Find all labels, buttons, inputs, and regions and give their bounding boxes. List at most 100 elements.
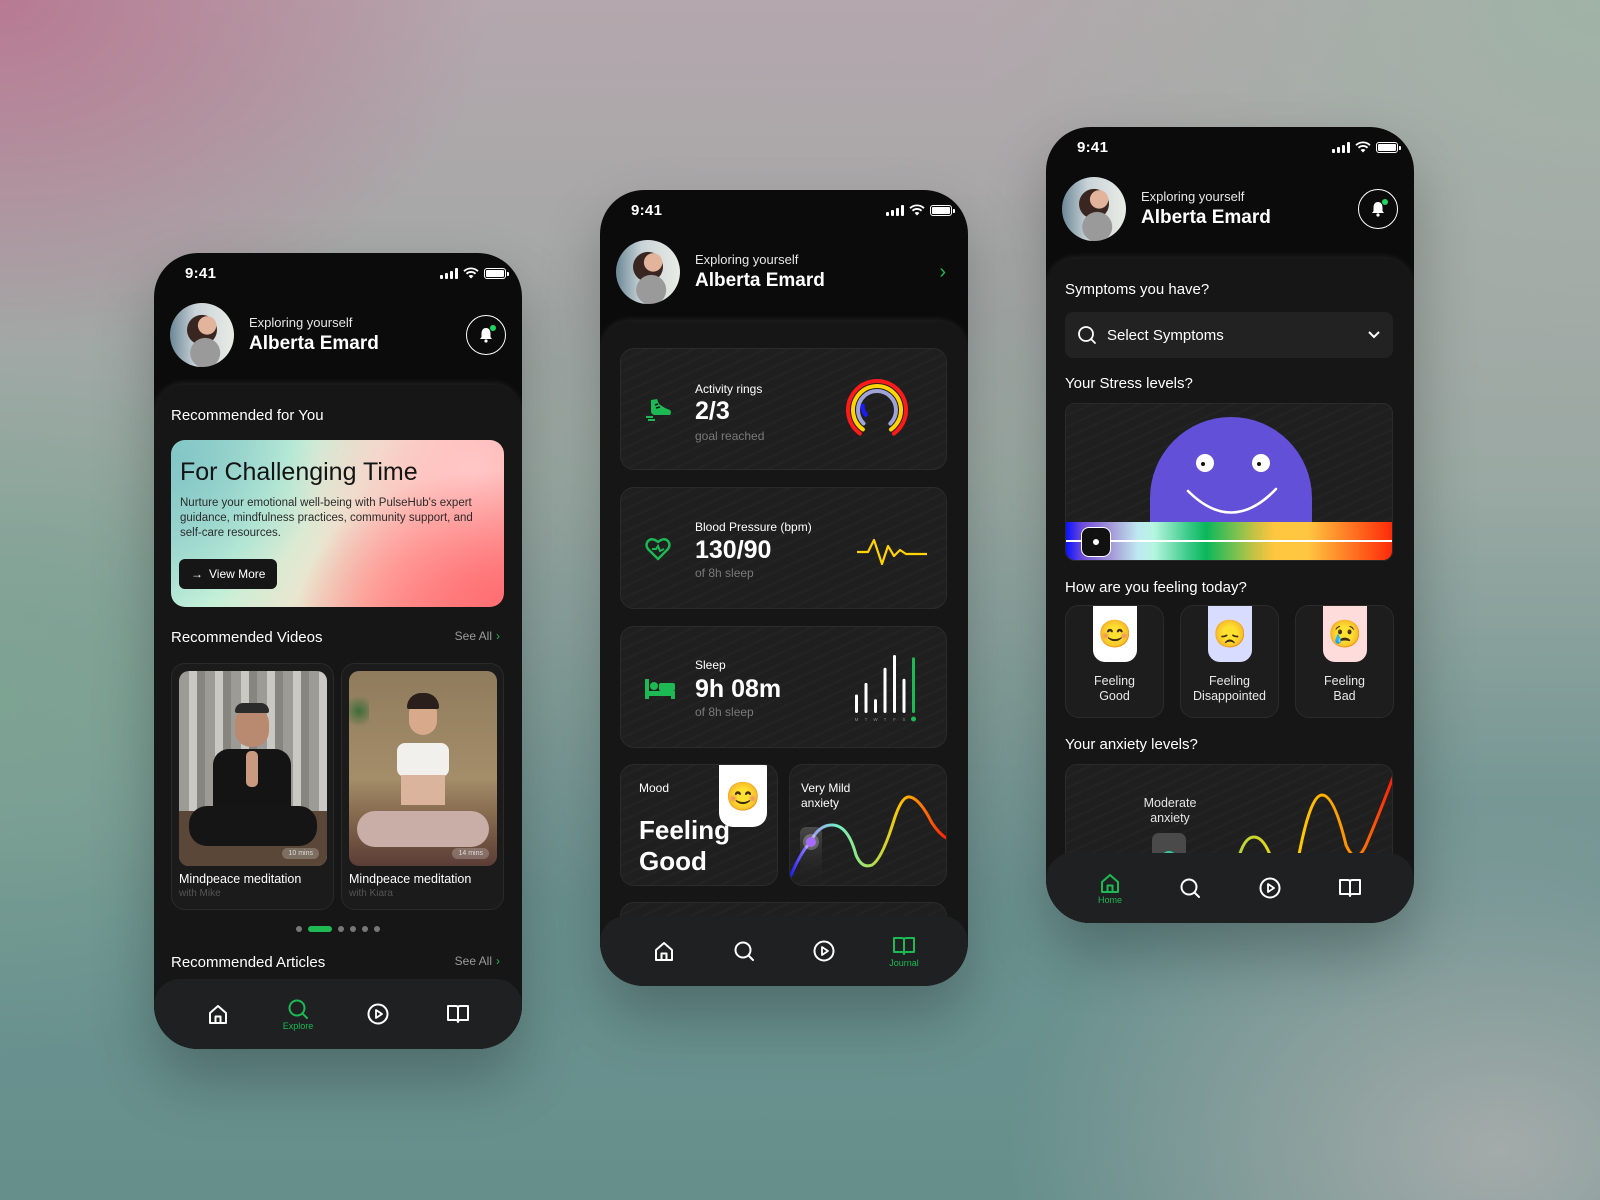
bp-sub: of 8h sleep bbox=[695, 566, 754, 580]
nav-videos[interactable] bbox=[1245, 877, 1295, 899]
view-more-button[interactable]: → View More bbox=[179, 559, 278, 589]
videos-see-all-link[interactable]: See All › bbox=[455, 629, 500, 643]
avatar[interactable] bbox=[616, 240, 680, 304]
video-thumbnail: 14 mins bbox=[349, 671, 497, 866]
profile-subtitle: Exploring yourself bbox=[695, 252, 799, 267]
nav-journal[interactable]: Journal bbox=[879, 935, 929, 968]
nav-journal[interactable] bbox=[433, 1003, 483, 1025]
carousel-dot-active[interactable] bbox=[308, 926, 332, 932]
videos-title: Recommended Videos bbox=[171, 629, 323, 646]
feeling-emoji: 😞 bbox=[1208, 606, 1252, 662]
play-circle-icon bbox=[1259, 877, 1281, 899]
profile-name: Alberta Emard bbox=[249, 333, 379, 354]
chevron-right-icon[interactable]: › bbox=[939, 261, 946, 284]
feeling-label-line2: Good bbox=[1099, 689, 1130, 703]
activity-rings-chart bbox=[846, 379, 908, 441]
stress-title: Your Stress levels? bbox=[1065, 375, 1193, 392]
nav-explore[interactable]: Explore bbox=[273, 998, 323, 1031]
activity-ring bbox=[856, 389, 898, 431]
feeling-label-line1: Feeling bbox=[1094, 674, 1135, 688]
status-time: 9:41 bbox=[185, 265, 217, 282]
feeling-label-line1: Feeling bbox=[1324, 674, 1365, 688]
sleep-day-label: T bbox=[884, 717, 887, 722]
carousel-dot[interactable] bbox=[296, 926, 302, 932]
notification-dot bbox=[1382, 199, 1388, 205]
nav-home[interactable] bbox=[193, 1003, 243, 1025]
feeling-emoji: 😊 bbox=[1093, 606, 1137, 662]
profile-subtitle: Exploring yourself bbox=[1141, 189, 1245, 204]
profile-name: Alberta Emard bbox=[695, 270, 825, 291]
feeling-option-good[interactable]: 😊 Feeling Good bbox=[1065, 605, 1164, 718]
chevron-right-icon: › bbox=[496, 629, 500, 643]
search-icon bbox=[288, 999, 308, 1019]
signal-icon bbox=[886, 204, 904, 216]
nav-explore[interactable] bbox=[1165, 877, 1215, 899]
notification-button[interactable] bbox=[1358, 189, 1398, 229]
wifi-icon bbox=[909, 204, 925, 216]
sleep-day-label: M bbox=[855, 717, 859, 722]
symptoms-select[interactable]: Select Symptoms bbox=[1065, 312, 1393, 358]
activity-label: Activity rings bbox=[695, 382, 763, 396]
avatar[interactable] bbox=[1062, 177, 1126, 241]
feeling-option-disappointed[interactable]: 😞 Feeling Disappointed bbox=[1180, 605, 1279, 718]
articles-see-all-link[interactable]: See All › bbox=[455, 954, 500, 968]
sleep-label: Sleep bbox=[695, 658, 726, 672]
nav-home[interactable]: Home bbox=[1085, 872, 1135, 905]
feeling-option-bad[interactable]: 😢 Feeling Bad bbox=[1295, 605, 1394, 718]
battery-icon bbox=[1376, 141, 1401, 153]
sleep-bar bbox=[855, 694, 858, 713]
play-circle-icon bbox=[367, 1003, 389, 1025]
nav-journal[interactable] bbox=[1325, 877, 1375, 899]
profile-header: Exploring yourself Alberta Emard bbox=[170, 303, 506, 367]
sleep-bar bbox=[912, 657, 915, 713]
avatar[interactable] bbox=[170, 303, 234, 367]
promo-card[interactable]: For Challenging Time Nurture your emotio… bbox=[171, 440, 504, 607]
sleep-bar bbox=[883, 667, 887, 713]
nav-home[interactable] bbox=[639, 940, 689, 962]
status-time: 9:41 bbox=[631, 202, 663, 219]
carousel-dot[interactable] bbox=[374, 926, 380, 932]
nav-explore[interactable] bbox=[719, 940, 769, 962]
carousel-dot[interactable] bbox=[338, 926, 344, 932]
video-duration: 10 mins bbox=[282, 848, 319, 859]
anxiety-card[interactable]: Very Mild anxiety bbox=[789, 764, 947, 886]
carousel-dot[interactable] bbox=[362, 926, 368, 932]
mood-card[interactable]: Mood 😊 Feeling Good bbox=[620, 764, 778, 886]
video-card[interactable]: 14 mins Mindpeace meditation with Kiara bbox=[341, 663, 504, 910]
battery-icon bbox=[484, 267, 509, 279]
profile-name: Alberta Emard bbox=[1141, 207, 1271, 228]
signal-icon bbox=[440, 267, 458, 279]
bottom-nav: Explore bbox=[154, 979, 522, 1049]
video-title: Mindpeace meditation bbox=[179, 872, 302, 886]
sleep-bar-chart: MTWTFS bbox=[855, 655, 916, 722]
promo-body: Nurture your emotional well-being with P… bbox=[180, 497, 473, 539]
sleep-card[interactable]: Sleep 9h 08m of 8h sleep MTWTFS bbox=[620, 626, 947, 748]
carousel-indicator[interactable] bbox=[154, 926, 522, 932]
bottom-nav: Home bbox=[1046, 853, 1414, 923]
nav-videos[interactable] bbox=[353, 1003, 403, 1025]
carousel-dot[interactable] bbox=[350, 926, 356, 932]
heart-pulse-icon bbox=[645, 538, 671, 561]
blood-pressure-card[interactable]: Blood Pressure (bpm) 130/90 of 8h sleep bbox=[620, 487, 947, 609]
stress-slider-knob[interactable] bbox=[1080, 527, 1111, 557]
activity-ring bbox=[851, 384, 903, 436]
chevron-down-icon bbox=[1368, 331, 1380, 339]
book-icon bbox=[1339, 879, 1361, 897]
sleep-bar bbox=[864, 682, 868, 713]
video-duration: 14 mins bbox=[452, 848, 489, 859]
sleep-today-dot bbox=[911, 716, 916, 722]
mood-label: Mood bbox=[639, 781, 670, 795]
video-instructor: with Mike bbox=[179, 888, 221, 899]
activity-sub: goal reached bbox=[695, 429, 765, 443]
stress-level-slider[interactable] bbox=[1066, 522, 1392, 560]
feeling-label-line2: Disappointed bbox=[1193, 689, 1266, 703]
nav-videos[interactable] bbox=[799, 940, 849, 962]
notification-button[interactable] bbox=[466, 315, 506, 355]
sleep-bar bbox=[902, 678, 906, 713]
anxiety-slider-knob[interactable] bbox=[806, 837, 816, 847]
video-card[interactable]: 10 mins Mindpeace meditation with Mike bbox=[171, 663, 334, 910]
chevron-right-icon: › bbox=[496, 954, 500, 968]
sleep-day-label: W bbox=[873, 717, 878, 722]
sleep-value: 9h 08m bbox=[695, 675, 782, 703]
activity-rings-card[interactable]: Activity rings 2/3 goal reached bbox=[620, 348, 947, 470]
